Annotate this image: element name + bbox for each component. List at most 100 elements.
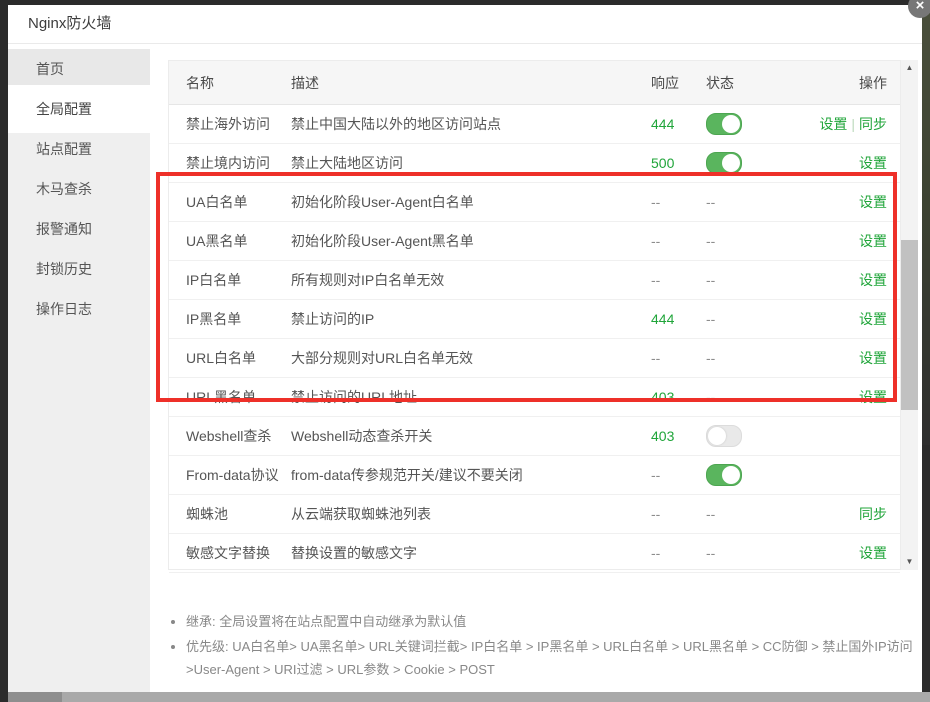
rules-table: 名称 描述 响应 状态 操作 禁止海外访问 禁止中国大陆以外的地区访问站点 44… [168,60,901,570]
sidebar-item-alert-notify[interactable]: 报警通知 [8,209,150,249]
table-vertical-scrollbar[interactable]: ▲ ▼ [901,60,918,570]
status-empty: -- [706,233,715,249]
rule-name: Webshell查杀 [169,426,291,446]
status-toggle[interactable] [706,425,742,447]
table-row: URL黑名单 禁止访问的URL地址 403 -- 设置 [169,378,900,417]
rule-name: 禁止境内访问 [169,153,291,173]
modal-titlebar: Nginx防火墙 [8,5,922,44]
status-toggle[interactable] [706,464,742,486]
response-code: 444 [651,116,674,132]
action-separator: | [851,116,855,132]
rule-name: IP白名单 [169,270,291,290]
rule-name: 蜘蛛池 [169,504,291,524]
table-row: UA白名单 初始化阶段User-Agent白名单 -- -- 设置 [169,183,900,222]
sidebar-item-trojan-scan[interactable]: 木马查杀 [8,169,150,209]
response-code: -- [651,545,660,561]
response-code: 444 [651,311,674,327]
sidebar-item-global-config[interactable]: 全局配置 [8,89,150,129]
rule-name: URL白名单 [169,348,291,368]
sidebar-item-operation-log[interactable]: 操作日志 [8,289,150,329]
settings-link[interactable]: 设置 [859,233,887,249]
settings-link[interactable]: 设置 [859,389,887,405]
table-row: Webshell查杀 Webshell动态查杀开关 403 [169,417,900,456]
scroll-down-arrow-icon[interactable]: ▼ [901,554,918,570]
settings-link[interactable]: 设置 [859,272,887,288]
column-header-name: 名称 [169,73,291,93]
settings-link[interactable]: 设置 [819,116,847,132]
table-row: 禁止境内访问 禁止大陆地区访问 500 设置 [169,144,900,183]
table-row: IP白名单 所有规则对IP白名单无效 -- -- 设置 [169,261,900,300]
close-icon: × [916,0,925,14]
settings-link[interactable]: 设置 [859,311,887,327]
rule-desc: 从云端获取蜘蛛池列表 [291,504,636,524]
rule-desc: 所有规则对IP白名单无效 [291,270,636,290]
scrollbar-thumb[interactable] [901,240,918,410]
sync-link[interactable]: 同步 [859,506,887,522]
table-row: 敏感文字替换 替换设置的敏感文字 -- -- 设置 [169,534,900,573]
sidebar-item-home[interactable]: 首页 [8,49,150,89]
status-empty: -- [706,194,715,210]
table-row: 禁止海外访问 禁止中国大陆以外的地区访问站点 444 设置|同步 [169,105,900,144]
settings-link[interactable]: 设置 [859,545,887,561]
table-row: 蜘蛛池 从云端获取蜘蛛池列表 -- -- 同步 [169,495,900,534]
rule-desc: Webshell动态查杀开关 [291,426,636,446]
status-empty: -- [706,350,715,366]
rule-desc: 禁止中国大陆以外的地区访问站点 [291,114,636,134]
status-toggle[interactable] [706,113,742,135]
settings-link[interactable]: 设置 [859,194,887,210]
rule-desc: 禁止大陆地区访问 [291,153,636,173]
browser-viewport: × Nginx防火墙 首页 全局配置 站点配置 木马查杀 报警通知 封锁历史 操… [0,0,930,702]
note-priority: 优先级: UA白名单> UA黑名单> URL关键词拦截> IP白名单 > IP黑… [186,635,926,681]
settings-link[interactable]: 设置 [859,350,887,366]
rules-table-wrap: 名称 描述 响应 状态 操作 禁止海外访问 禁止中国大陆以外的地区访问站点 44… [168,60,918,570]
column-header-desc: 描述 [291,73,636,93]
rule-desc: from-data传参规范开关/建议不要关闭 [291,465,636,485]
status-empty: -- [706,389,715,405]
rule-name: 敏感文字替换 [169,543,291,563]
rule-name: IP黑名单 [169,309,291,329]
response-code: 403 [651,389,674,405]
status-empty: -- [706,272,715,288]
horizontal-scrollbar-thumb[interactable] [8,692,62,702]
status-empty: -- [706,311,715,327]
rule-desc: 大部分规则对URL白名单无效 [291,348,636,368]
column-header-status: 状态 [701,73,806,93]
table-row: From-data协议 from-data传参规范开关/建议不要关闭 -- [169,456,900,495]
response-code: -- [651,350,660,366]
rule-desc: 初始化阶段User-Agent白名单 [291,192,636,212]
column-header-response: 响应 [636,73,701,93]
rule-name: UA白名单 [169,192,291,212]
rule-desc: 替换设置的敏感文字 [291,543,636,563]
response-code: -- [651,194,660,210]
response-code: -- [651,272,660,288]
rule-name: UA黑名单 [169,231,291,251]
sidebar: 首页 全局配置 站点配置 木马查杀 报警通知 封锁历史 操作日志 [8,44,150,692]
rule-name: URL黑名单 [169,387,291,407]
sidebar-item-site-config[interactable]: 站点配置 [8,129,150,169]
modal-body: 首页 全局配置 站点配置 木马查杀 报警通知 封锁历史 操作日志 名称 描述 响… [8,44,922,692]
table-row: IP黑名单 禁止访问的IP 444 -- 设置 [169,300,900,339]
status-toggle[interactable] [706,152,742,174]
settings-link[interactable]: 设置 [859,155,887,171]
rule-desc: 初始化阶段User-Agent黑名单 [291,231,636,251]
status-empty: -- [706,506,715,522]
rule-name: From-data协议 [169,465,291,485]
horizontal-scrollbar[interactable] [8,692,930,702]
table-row: UA黑名单 初始化阶段User-Agent黑名单 -- -- 设置 [169,222,900,261]
scroll-up-arrow-icon[interactable]: ▲ [901,60,918,76]
sidebar-item-block-history[interactable]: 封锁历史 [8,249,150,289]
sync-link[interactable]: 同步 [859,116,887,132]
response-code: 403 [651,428,674,444]
status-empty: -- [706,545,715,561]
response-code: -- [651,233,660,249]
content-area: 名称 描述 响应 状态 操作 禁止海外访问 禁止中国大陆以外的地区访问站点 44… [150,44,922,692]
footer-notes: 继承: 全局设置将在站点配置中自动继承为默认值 优先级: UA白名单> UA黑名… [164,610,926,683]
rule-desc: 禁止访问的IP [291,309,636,329]
table-header-row: 名称 描述 响应 状态 操作 [169,61,900,105]
response-code: 500 [651,155,674,171]
response-code: -- [651,506,660,522]
table-row: URL白名单 大部分规则对URL白名单无效 -- -- 设置 [169,339,900,378]
rule-name: 禁止海外访问 [169,114,291,134]
nginx-firewall-modal: × Nginx防火墙 首页 全局配置 站点配置 木马查杀 报警通知 封锁历史 操… [8,5,922,692]
note-inherit: 继承: 全局设置将在站点配置中自动继承为默认值 [186,610,926,633]
